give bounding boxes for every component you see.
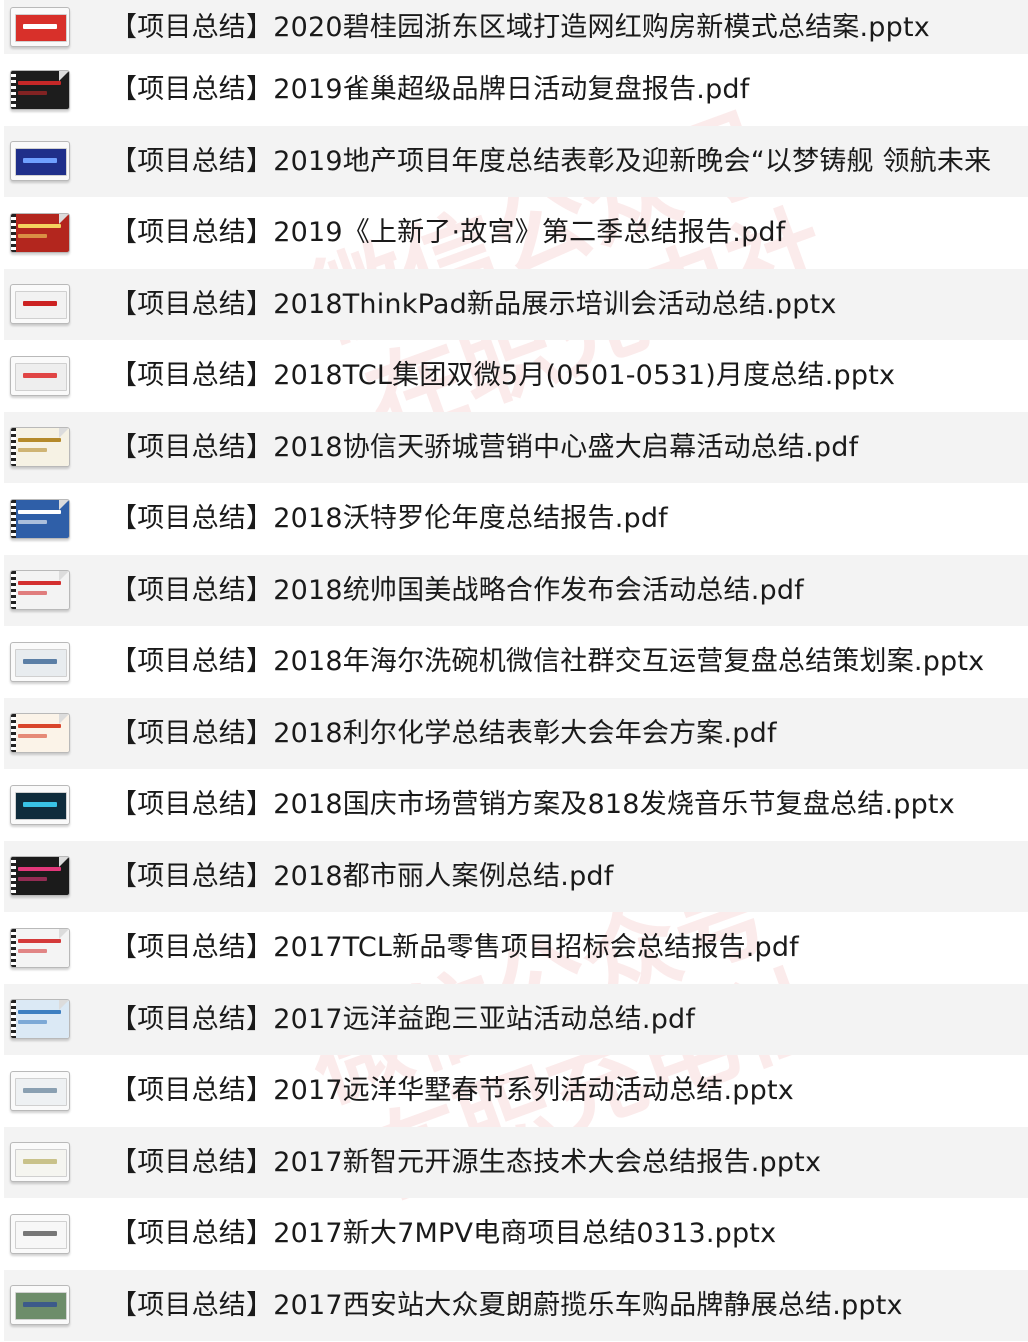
- file-row[interactable]: 【项目总结】2017远洋华墅春节系列活动活动总结.pptx: [4, 1055, 1028, 1127]
- file-name: 【项目总结】2020碧桂园浙东区域打造网红购房新模式总结案.pptx: [110, 11, 930, 43]
- file-row[interactable]: 【项目总结】2018统帅国美战略合作发布会活动总结.pdf: [4, 554, 1028, 626]
- file-name: 【项目总结】2017西安站大众夏朗蔚揽乐车购品牌静展总结.pptx: [110, 1289, 903, 1321]
- file-row[interactable]: 【项目总结】2018国庆市场营销方案及818发烧音乐节复盘总结.pptx: [4, 769, 1028, 841]
- file-thumbnail-icon[interactable]: [10, 570, 70, 611]
- file-thumbnail-icon[interactable]: [10, 999, 70, 1040]
- file-row[interactable]: 【项目总结】2020碧桂园浙东区域打造网红购房新模式总结案.pptx: [4, 0, 1028, 54]
- file-name: 【项目总结】2017新大7MPV电商项目总结0313.pptx: [110, 1218, 777, 1250]
- file-thumbnail-icon[interactable]: [10, 427, 70, 468]
- file-name: 【项目总结】2018ThinkPad新品展示培训会活动总结.pptx: [110, 288, 837, 320]
- file-row[interactable]: 【项目总结】2018协信天骄城营销中心盛大启幕活动总结.pdf: [4, 411, 1028, 483]
- file-thumbnail-icon[interactable]: [10, 7, 70, 47]
- file-row[interactable]: 【项目总结】2018利尔化学总结表彰大会年会方案.pdf: [4, 697, 1028, 769]
- file-name: 【项目总结】2019雀巢超级品牌日活动复盘报告.pdf: [110, 74, 750, 106]
- file-name: 【项目总结】2019《上新了·故宫》第二季总结报告.pdf: [110, 217, 786, 249]
- file-thumbnail-icon[interactable]: [10, 212, 70, 253]
- file-thumbnail-icon[interactable]: [10, 856, 70, 897]
- file-thumbnail-icon[interactable]: [10, 1285, 70, 1326]
- file-thumbnail-icon[interactable]: [10, 1213, 70, 1254]
- file-thumbnail-icon[interactable]: [10, 498, 70, 539]
- file-name: 【项目总结】2018利尔化学总结表彰大会年会方案.pdf: [110, 717, 777, 749]
- file-name: 【项目总结】2018TCL集团双微5月(0501-0531)月度总结.pptx: [110, 360, 896, 392]
- file-row[interactable]: 【项目总结】2018沃特罗伦年度总结报告.pdf: [4, 483, 1028, 555]
- file-name: 【项目总结】2017TCL新品零售项目招标会总结报告.pdf: [110, 932, 799, 964]
- file-row[interactable]: 【项目总结】2018都市丽人案例总结.pdf: [4, 840, 1028, 912]
- file-row[interactable]: 【项目总结】2017远洋益跑三亚站活动总结.pdf: [4, 983, 1028, 1055]
- file-row[interactable]: 【项目总结】2017新大7MPV电商项目总结0313.pptx: [4, 1198, 1028, 1270]
- file-thumbnail-icon[interactable]: [10, 355, 70, 396]
- file-row[interactable]: 【项目总结】2019《上新了·故宫》第二季总结报告.pdf: [4, 197, 1028, 269]
- file-name: 【项目总结】2018年海尔洗碗机微信社群交互运营复盘总结策划案.pptx: [110, 646, 985, 678]
- file-thumbnail-icon[interactable]: [10, 1070, 70, 1111]
- file-name: 【项目总结】2018沃特罗伦年度总结报告.pdf: [110, 503, 668, 535]
- file-name: 【项目总结】2017远洋益跑三亚站活动总结.pdf: [110, 1003, 696, 1035]
- file-name: 【项目总结】2017远洋华墅春节系列活动活动总结.pptx: [110, 1075, 794, 1107]
- file-thumbnail-icon[interactable]: [10, 927, 70, 968]
- file-name: 【项目总结】2019地产项目年度总结表彰及迎新晚会“以梦铸舰 领航未来: [110, 145, 992, 177]
- file-row[interactable]: 【项目总结】2018ThinkPad新品展示培训会活动总结.pptx: [4, 268, 1028, 340]
- file-row[interactable]: 【项目总结】2017新智元开源生态技术大会总结报告.pptx: [4, 1126, 1028, 1198]
- file-thumbnail-icon[interactable]: [10, 141, 70, 182]
- file-row[interactable]: 【项目总结】2019地产项目年度总结表彰及迎新晚会“以梦铸舰 领航未来: [4, 125, 1028, 197]
- file-thumbnail-icon[interactable]: [10, 284, 70, 325]
- file-name: 【项目总结】2018统帅国美战略合作发布会活动总结.pdf: [110, 574, 804, 606]
- file-thumbnail-icon[interactable]: [10, 641, 70, 682]
- file-row[interactable]: 【项目总结】2017TCL新品零售项目招标会总结报告.pdf: [4, 912, 1028, 984]
- file-row[interactable]: 【项目总结】2018年海尔洗碗机微信社群交互运营复盘总结策划案.pptx: [4, 626, 1028, 698]
- file-thumbnail-icon[interactable]: [10, 69, 70, 110]
- file-name: 【项目总结】2017新智元开源生态技术大会总结报告.pptx: [110, 1146, 822, 1178]
- file-name: 【项目总结】2018都市丽人案例总结.pdf: [110, 860, 614, 892]
- file-list: 微信公众号 在职充电社 微信公众号 在职充电社 【项目总结】2020碧桂园浙东区…: [0, 0, 1028, 1342]
- file-row[interactable]: 【项目总结】2018TCL集团双微5月(0501-0531)月度总结.pptx: [4, 340, 1028, 412]
- file-thumbnail-icon[interactable]: [10, 1142, 70, 1183]
- file-name: 【项目总结】2018国庆市场营销方案及818发烧音乐节复盘总结.pptx: [110, 789, 955, 821]
- file-thumbnail-icon[interactable]: [10, 784, 70, 825]
- file-row[interactable]: 【项目总结】2019雀巢超级品牌日活动复盘报告.pdf: [4, 54, 1028, 126]
- file-name: 【项目总结】2018协信天骄城营销中心盛大启幕活动总结.pdf: [110, 431, 859, 463]
- file-thumbnail-icon[interactable]: [10, 713, 70, 754]
- file-row[interactable]: 【项目总结】2017西安站大众夏朗蔚揽乐车购品牌静展总结.pptx: [4, 1269, 1028, 1341]
